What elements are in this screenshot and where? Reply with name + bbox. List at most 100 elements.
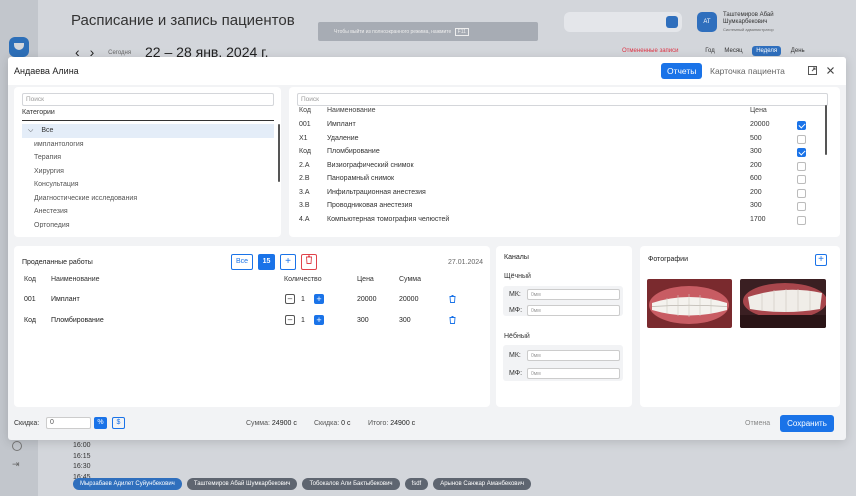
- service-checkbox[interactable]: [797, 148, 806, 157]
- channels-title: Каналы: [504, 254, 529, 261]
- delete-work-button[interactable]: [301, 254, 317, 270]
- doctor-chip[interactable]: Таштемиров Абай Шумкарбекович: [186, 478, 298, 490]
- view-week[interactable]: Неделя: [752, 46, 782, 56]
- col-sum: Сумма: [399, 276, 421, 283]
- service-checkbox[interactable]: [797, 215, 806, 225]
- doctor-chip[interactable]: Мырзабаев Адилет Суйунбекович: [73, 478, 182, 490]
- discount-label: Скидка:: [14, 420, 40, 427]
- settings-icon[interactable]: [12, 441, 22, 451]
- category-item[interactable]: Терапия: [22, 151, 274, 165]
- service-name: Проводниковая анестезия: [327, 202, 413, 209]
- service-code: 4.A: [299, 215, 310, 223]
- table-row: Код Пломбирование – 1 + 300 300: [24, 315, 474, 327]
- service-price: 20000: [750, 121, 770, 128]
- category-item[interactable]: Хирургия: [22, 165, 274, 179]
- col-code: Код: [24, 276, 36, 283]
- count-badge-button[interactable]: 15: [258, 254, 275, 270]
- expand-icon[interactable]: [808, 66, 817, 75]
- palatal-mk-label: МК:: [509, 352, 521, 359]
- add-photo-button[interactable]: +: [815, 254, 827, 266]
- discount-percent-button[interactable]: %: [94, 417, 107, 429]
- filter-all-button[interactable]: Все: [231, 254, 253, 270]
- close-icon[interactable]: [826, 66, 835, 75]
- category-item[interactable]: Ортопедия: [22, 219, 274, 229]
- page-title: Расписание и запись пациентов: [71, 12, 295, 29]
- cancel-button[interactable]: Отмена: [745, 420, 770, 427]
- save-button[interactable]: Сохранить: [780, 415, 834, 432]
- category-list: ⌵ Все имплантология Терапия Хирургия Конс…: [22, 124, 274, 228]
- category-item[interactable]: имплантология: [22, 138, 274, 152]
- category-search-input[interactable]: Поиск: [22, 93, 274, 106]
- today-button[interactable]: Сегодня: [108, 50, 131, 56]
- service-code: 2.A: [299, 161, 310, 169]
- service-code: 3.A: [299, 188, 310, 196]
- palatal-mk-input[interactable]: 0мм: [527, 350, 620, 361]
- doctor-chips: Мырзабаев Адилет Суйунбекович Таштемиров…: [73, 478, 531, 490]
- time-label: 16:15: [73, 452, 91, 460]
- decrease-quantity-button[interactable]: –: [285, 315, 295, 325]
- services-table-body: 001 Имплант 20000 X1 Удаление 500 Код Пломбиров…: [289, 87, 829, 233]
- category-item[interactable]: Диагностические исследования: [22, 192, 274, 206]
- doctor-chip[interactable]: fsdf: [404, 478, 429, 490]
- tab-reports[interactable]: Отчеты: [661, 63, 703, 79]
- doctor-chip[interactable]: Тобокалов Али Бактыбекович: [302, 478, 400, 490]
- header-search[interactable]: [564, 12, 682, 32]
- service-code: 001: [299, 121, 311, 128]
- fullscreen-notice: Чтобы выйти из полноэкранного режима, на…: [318, 22, 538, 41]
- doctor-chip[interactable]: Арынов Санжар Аманбекович: [433, 478, 531, 490]
- table-row[interactable]: X1 Удаление 500: [299, 132, 819, 146]
- discount-input[interactable]: 0: [46, 417, 91, 429]
- add-work-button[interactable]: +: [280, 254, 296, 270]
- tab-patient-card[interactable]: Карточка пациента: [704, 63, 791, 79]
- category-item-all[interactable]: ⌵ Все: [22, 124, 274, 138]
- notice-text: Чтобы выйти из полноэкранного режима, на…: [334, 29, 452, 35]
- view-switcher: Отмененные записи Год Месяц Неделя День: [622, 46, 813, 56]
- view-year[interactable]: Год: [705, 48, 715, 54]
- view-month[interactable]: Месяц: [724, 48, 742, 54]
- service-checkbox[interactable]: [797, 121, 806, 130]
- works-panel: Проделанные работы Все 15 + 27.01.2024 К…: [14, 246, 490, 407]
- work-sum: 20000: [399, 296, 419, 303]
- search-icon[interactable]: [666, 16, 678, 28]
- buccal-mk-input[interactable]: 0мм: [527, 289, 620, 300]
- category-item[interactable]: Анестезия: [22, 205, 274, 219]
- work-quantity: 1: [301, 296, 305, 303]
- logout-icon[interactable]: ⇥: [12, 459, 20, 470]
- service-checkbox[interactable]: [797, 134, 806, 144]
- buccal-label: Щёчный: [504, 273, 531, 280]
- category-item[interactable]: Консультация: [22, 178, 274, 192]
- service-checkbox[interactable]: [797, 175, 806, 184]
- teeth-photo-1[interactable]: [647, 279, 732, 328]
- user-name-line-2: Шумкарбекович: [723, 19, 768, 25]
- work-price: 20000: [357, 296, 377, 303]
- trash-icon[interactable]: [449, 316, 456, 326]
- channels-panel: Каналы Щёчный МК: 0мм МФ: 0мм Нёбный МК:…: [496, 246, 632, 407]
- buccal-mf-input[interactable]: 0мм: [527, 305, 620, 316]
- works-title: Проделанные работы: [22, 259, 93, 266]
- table-row[interactable]: 001 Имплант 20000: [299, 118, 819, 132]
- services-scrollbar[interactable]: [825, 105, 827, 155]
- table-row[interactable]: Код Пломбирование 300: [299, 145, 819, 159]
- increase-quantity-button[interactable]: +: [314, 294, 324, 304]
- table-row[interactable]: 2.B Панорамный снимок 600: [299, 172, 819, 186]
- view-day[interactable]: День: [791, 48, 805, 54]
- palatal-mf-input[interactable]: 0мм: [527, 368, 620, 379]
- service-checkbox[interactable]: [797, 202, 806, 211]
- service-checkbox[interactable]: [797, 161, 806, 171]
- discount-currency-button[interactable]: $: [112, 417, 125, 429]
- table-row[interactable]: 4.A Компьютерная томография челюстей 1700: [299, 213, 819, 227]
- cancelled-link[interactable]: Отмененные записи: [622, 48, 679, 54]
- table-row[interactable]: 3.B Проводниковая анестезия 300: [299, 199, 819, 213]
- trash-icon[interactable]: [449, 295, 456, 305]
- patient-name: Андаева Алина: [14, 66, 79, 76]
- col-price: Цена: [357, 276, 374, 283]
- teeth-photo-2[interactable]: [740, 279, 826, 328]
- decrease-quantity-button[interactable]: –: [285, 294, 295, 304]
- table-row[interactable]: 3.A Инфильтрационная анестезия 200: [299, 186, 819, 200]
- service-price: 300: [750, 148, 762, 155]
- avatar[interactable]: АТ: [697, 12, 717, 32]
- service-checkbox[interactable]: [797, 188, 806, 198]
- table-row[interactable]: 2.A Визиографический снимок 200: [299, 159, 819, 173]
- category-scrollbar[interactable]: [278, 124, 280, 182]
- increase-quantity-button[interactable]: +: [314, 315, 324, 325]
